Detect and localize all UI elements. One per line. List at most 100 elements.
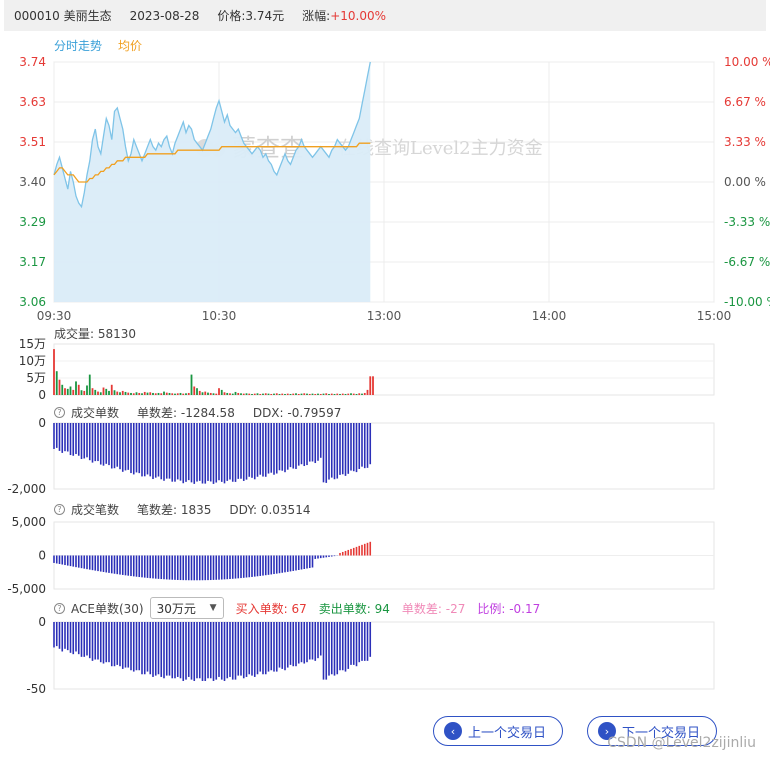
trades-bar	[253, 555, 256, 577]
volume-bar	[174, 393, 176, 395]
volume-bar	[361, 393, 363, 395]
volume-bar	[336, 393, 339, 395]
trades-bar	[143, 555, 146, 578]
ace-bar	[350, 622, 352, 665]
ace-bar	[196, 622, 198, 679]
trades-bar	[179, 555, 182, 581]
volume-bar	[135, 392, 138, 395]
volume-bar	[66, 388, 69, 395]
volume-y-tick: 10万	[19, 354, 46, 368]
volume-bar	[218, 388, 220, 395]
ace-bar	[127, 622, 130, 668]
ace-bar	[286, 622, 289, 668]
orders-bar	[179, 423, 182, 481]
help-icon[interactable]: ?	[54, 407, 65, 418]
trades-bar	[119, 555, 121, 575]
orders-bar	[218, 423, 220, 481]
trades-bar	[286, 555, 289, 572]
ace-bar	[99, 622, 102, 663]
ace-bar	[220, 622, 223, 680]
panel-title-ace: ? ACE单数(30) 30万元 ▼ 买入单数: 67 卖出单数: 94 单数差:…	[54, 597, 540, 619]
trades-bar	[284, 555, 286, 573]
volume-bar	[157, 392, 160, 395]
legend-avg: 均价	[118, 39, 142, 53]
ace-bar	[300, 622, 303, 663]
orders-bar	[300, 423, 303, 465]
orders-bar	[69, 423, 72, 456]
ace-bar	[143, 622, 146, 675]
help-icon[interactable]: ?	[54, 602, 65, 614]
ace-bar	[218, 622, 220, 677]
orders-bar	[83, 423, 86, 459]
orders-bar	[215, 423, 218, 483]
trades-bar	[53, 555, 55, 563]
trades-bar	[319, 555, 322, 559]
volume-bar	[289, 393, 292, 395]
trades-bar	[124, 555, 127, 576]
trades-bar	[157, 555, 160, 579]
ace-bar	[154, 622, 157, 676]
trades-bar	[187, 555, 190, 581]
ace-bar	[242, 622, 245, 679]
volume-bar	[185, 393, 187, 395]
pct-y-tick: -3.33 %	[724, 215, 770, 229]
volume-bar	[344, 393, 347, 395]
ace-bar	[105, 622, 108, 663]
amount-select[interactable]: 30万元 ▼	[149, 597, 224, 619]
ace-bar	[121, 622, 124, 669]
trades-bar	[226, 555, 229, 580]
ace-bar	[102, 622, 105, 664]
volume-bar	[295, 393, 297, 395]
ace-bar	[152, 622, 154, 677]
ace-bar	[314, 622, 317, 661]
trades-bar	[275, 555, 278, 574]
volume-bar	[138, 392, 141, 395]
orders-bar	[168, 423, 171, 479]
volume-bar	[102, 387, 105, 395]
volume-bar	[330, 393, 333, 395]
volume-bar	[270, 393, 273, 395]
ace-bar	[174, 622, 176, 679]
trades-bar	[190, 555, 193, 581]
trades-bar	[317, 555, 319, 559]
trades-bar	[163, 555, 165, 580]
orders-bar	[336, 423, 339, 479]
orders-bar	[259, 423, 262, 475]
orders-bar	[328, 423, 330, 480]
orders-bar	[207, 423, 209, 481]
volume-bar	[105, 388, 108, 395]
trades-bar	[314, 555, 317, 559]
ace-bar	[253, 622, 256, 677]
trades-bar	[185, 555, 187, 581]
trades-bar	[127, 555, 130, 576]
trades-bar	[198, 555, 201, 581]
volume-bar	[350, 393, 352, 395]
volume-bar	[61, 384, 64, 395]
orders-bar	[369, 423, 372, 465]
orders-bar	[141, 423, 143, 477]
pct-y-tick: -10.00 %	[724, 295, 770, 309]
volume-bar	[165, 392, 168, 395]
volume-bar	[154, 393, 157, 395]
volume-bar	[215, 393, 218, 395]
ace-bar	[116, 622, 119, 665]
ace-bar	[319, 622, 322, 656]
trade-date: 2023-08-28	[129, 8, 200, 23]
volume-bar	[113, 390, 116, 395]
change-text: 涨幅:+10.00%	[302, 9, 386, 23]
trades-bar	[204, 555, 207, 581]
volume-bar	[248, 393, 251, 395]
prev-day-button[interactable]: ‹ 上一个交易日	[433, 716, 563, 746]
trades-bar	[174, 555, 176, 580]
orders-bar	[253, 423, 256, 480]
panel-title-orders: ? 成交单数 单数差: -1284.58 DDX: -0.79597	[54, 404, 341, 421]
ace-bar	[110, 622, 113, 667]
orders-bar	[311, 423, 314, 462]
ace-bar	[363, 622, 366, 661]
help-icon[interactable]: ?	[54, 504, 65, 515]
volume-bar	[83, 390, 86, 395]
trades-bar	[347, 549, 350, 556]
trades-bar	[355, 546, 358, 556]
ace-bar	[325, 622, 328, 680]
trades-bar	[94, 555, 97, 571]
